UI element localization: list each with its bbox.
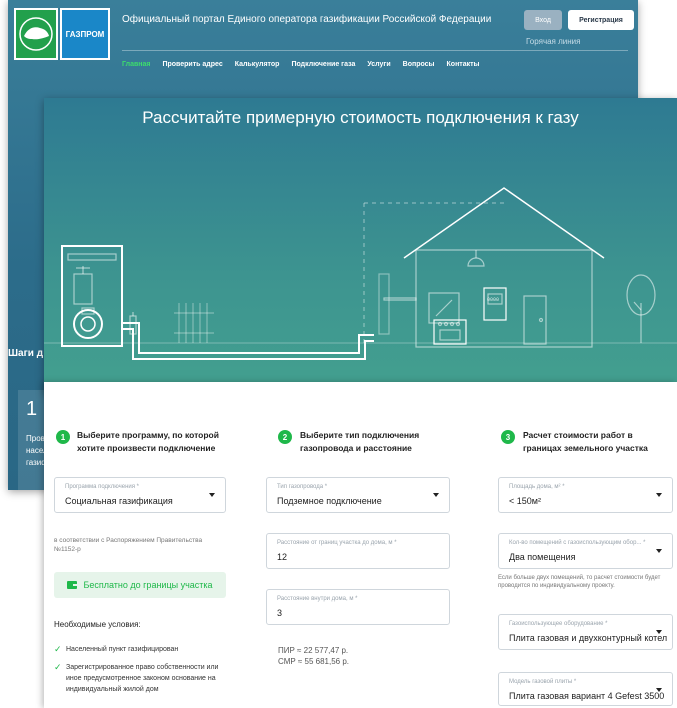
distance-inside-input[interactable]: Расстояние внутри дома, м * 3	[266, 589, 450, 625]
pipe-type-label: Тип газопровода *	[277, 484, 328, 490]
login-button[interactable]: Вход	[524, 10, 562, 30]
pipe-type-select[interactable]: Тип газопровода * Подземное подключение	[266, 477, 450, 513]
stove-model-label: Модель газовой плиты *	[509, 679, 577, 685]
distance-inside-label: Расстояние внутри дома, м *	[277, 596, 358, 602]
meter-display: 0000	[487, 297, 499, 303]
house-area-select[interactable]: Площадь дома, м² * < 150м²	[498, 477, 673, 513]
nav-item-calculator[interactable]: Калькулятор	[235, 61, 280, 68]
condition-text: Населенный пункт газифицирован	[66, 646, 179, 653]
gas-connection-illustration: 0000	[44, 187, 677, 360]
free-to-border-button[interactable]: Бесплатно до границы участка	[54, 572, 226, 598]
program-select[interactable]: Программа подключения * Социальная газиф…	[54, 477, 226, 513]
main-nav: Главная Проверить адрес Калькулятор Подк…	[122, 61, 492, 68]
program-select-label: Программа подключения *	[65, 484, 139, 490]
header-divider	[122, 50, 628, 51]
free-to-border-label: Бесплатно до границы участка	[83, 580, 213, 590]
chevron-down-icon	[656, 493, 662, 497]
register-button[interactable]: Регистрация	[568, 10, 634, 30]
nav-item-check-address[interactable]: Проверить адрес	[162, 61, 222, 68]
smr-cost: СМР ≈ 55 681,56 р.	[278, 657, 350, 666]
chevron-down-icon	[656, 688, 662, 692]
cost-results: ПИР ≈ 22 577,47 р. СМР ≈ 55 681,56 р.	[278, 645, 349, 667]
stove-model-select[interactable]: Модель газовой плиты * Плита газовая вар…	[498, 672, 673, 706]
hotline-link[interactable]: Горячая линия	[526, 37, 580, 46]
house-area-value: < 150м²	[509, 496, 541, 506]
distance-inside-value: 3	[277, 608, 283, 618]
check-icon: ✓	[54, 644, 62, 654]
gazprom-logo[interactable]: ГАЗПРОМ	[60, 8, 110, 60]
wallet-icon	[67, 581, 78, 589]
distance-border-value: 12	[277, 552, 288, 562]
gasification-logo[interactable]	[14, 8, 58, 60]
program-select-value: Социальная газификация	[65, 496, 173, 506]
portal-title: Официальный портал Единого оператора газ…	[122, 14, 492, 25]
stove-model-value: Плита газовая вариант 4 Gefest 3500	[509, 691, 665, 701]
condition-item: ✓ Зарегистрированное право собственности…	[54, 662, 226, 695]
chevron-down-icon	[433, 493, 439, 497]
distance-border-input[interactable]: Расстояние от границ участка до дома, м …	[266, 533, 450, 569]
chevron-down-icon	[656, 549, 662, 553]
step-2-badge: 2	[278, 430, 292, 444]
rooms-label: Кол-во помещений с газоиспользующим обор…	[509, 540, 646, 546]
step-3-heading: Расчет стоимости работ в границах земель…	[523, 430, 648, 453]
nav-item-contacts[interactable]: Контакты	[447, 61, 480, 68]
equipment-value: Плита газовая и двухконтурный котел	[509, 633, 668, 643]
rooms-note: Если больше двух помещений, то расчет ст…	[498, 575, 661, 589]
equipment-select[interactable]: Газоиспользующее оборудование * Плита га…	[498, 614, 673, 650]
pipe-type-value: Подземное подключение	[277, 496, 382, 506]
step-number: 1	[26, 398, 38, 420]
nav-item-gas-connection[interactable]: Подключение газа	[291, 61, 355, 68]
nav-item-questions[interactable]: Вопросы	[403, 61, 435, 68]
program-note: в соответствии с Распоряжением Правитель…	[54, 537, 203, 553]
step-1-heading: Выберите программу, по которой хотите пр…	[77, 430, 219, 453]
conditions-heading: Необходимые условия:	[54, 620, 141, 629]
condition-text: Зарегистрированное право собственности и…	[66, 664, 219, 693]
step-3-badge: 3	[501, 430, 515, 444]
check-icon: ✓	[54, 662, 62, 672]
calculator-hero: Рассчитайте примерную стоимость подключе…	[44, 98, 677, 393]
condition-item: ✓ Населенный пункт газифицирован	[54, 644, 226, 655]
equipment-label: Газоиспользующее оборудование *	[509, 621, 608, 627]
rooms-value: Два помещения	[509, 552, 576, 562]
pir-cost: ПИР ≈ 22 577,47 р.	[278, 646, 349, 655]
house-area-label: Площадь дома, м² *	[509, 484, 565, 490]
steps-heading: Шаги д	[8, 348, 44, 359]
rooms-select[interactable]: Кол-во помещений с газоиспользующим обор…	[498, 533, 673, 569]
chevron-down-icon	[656, 630, 662, 634]
gazprom-logo-text: ГАЗПРОМ	[65, 29, 105, 39]
step-1-badge: 1	[56, 430, 70, 444]
nav-item-home[interactable]: Главная	[122, 61, 150, 68]
distance-border-label: Расстояние от границ участка до дома, м …	[277, 540, 397, 546]
chevron-down-icon	[209, 493, 215, 497]
russia-map-icon	[19, 17, 53, 51]
step-2-heading: Выберите тип подключения газопровода и р…	[300, 430, 420, 453]
nav-item-services[interactable]: Услуги	[367, 61, 390, 68]
